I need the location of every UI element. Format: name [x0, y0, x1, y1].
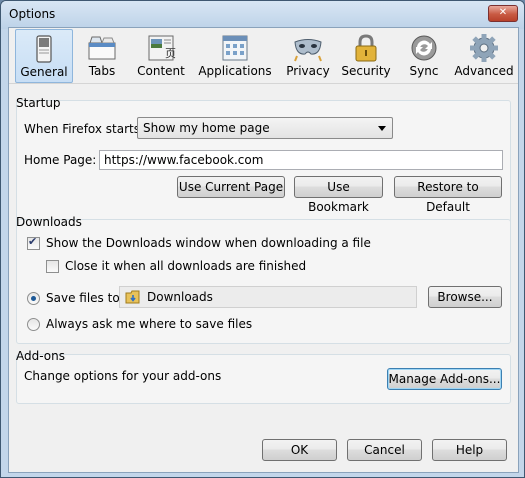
options-content: General Tabs 页 Content Applications Priv… — [8, 27, 519, 473]
tab-label: General — [20, 65, 68, 79]
startup-title: Startup — [16, 96, 61, 110]
always-ask-label[interactable]: Always ask me where to save files — [46, 317, 252, 331]
addons-description: Change options for your add-ons — [24, 369, 222, 383]
window-title: Options — [9, 7, 56, 21]
tab-tabs[interactable]: Tabs — [74, 29, 130, 81]
title-bar[interactable]: Options ✕ — [1, 1, 524, 29]
folder-download-icon — [125, 290, 140, 304]
tab-label: Tabs — [88, 64, 116, 78]
home-page-label: Home Page: — [24, 153, 97, 167]
tab-general[interactable]: General — [15, 29, 73, 83]
download-folder-field: Downloads — [119, 286, 417, 308]
category-toolbar: General Tabs 页 Content Applications Priv… — [9, 28, 518, 84]
manage-addons-button[interactable]: Manage Add-ons... — [387, 368, 502, 390]
options-window: Options ✕ General Tabs 页 Content Applica… — [0, 0, 525, 478]
help-button[interactable]: Help — [432, 439, 507, 461]
tab-label: Applications — [198, 64, 272, 78]
tab-content[interactable]: 页 Content — [133, 29, 189, 81]
chevron-down-icon — [378, 126, 386, 131]
home-page-input[interactable] — [99, 150, 503, 170]
use-current-page-button[interactable]: Use Current Page — [177, 176, 285, 198]
close-button[interactable]: ✕ — [488, 5, 518, 22]
tab-label: Privacy — [286, 64, 330, 78]
tab-sync[interactable]: Sync — [396, 29, 452, 81]
general-icon — [36, 35, 52, 63]
tab-label: Sync — [409, 64, 439, 78]
svg-text:页: 页 — [165, 47, 176, 60]
privacy-mask-icon — [294, 39, 322, 62]
padlock-icon — [355, 34, 377, 62]
browse-button[interactable]: Browse... — [428, 286, 502, 308]
applications-icon — [222, 35, 248, 61]
content-icon: 页 — [148, 35, 176, 61]
addons-title: Add-ons — [16, 349, 65, 363]
close-downloads-checkbox[interactable] — [46, 260, 59, 273]
startup-dropdown[interactable]: Show my home page — [137, 117, 393, 139]
always-ask-radio[interactable] — [27, 318, 40, 331]
use-bookmark-button[interactable]: Use Bookmark — [294, 176, 383, 214]
cancel-button[interactable]: Cancel — [347, 439, 422, 461]
restore-default-button[interactable]: Restore to Default — [394, 176, 502, 214]
gear-icon — [470, 34, 498, 62]
tab-advanced[interactable]: Advanced — [454, 29, 514, 81]
download-folder-name: Downloads — [147, 290, 213, 304]
tab-label: Content — [137, 64, 185, 78]
close-downloads-label[interactable]: Close it when all downloads are finished — [65, 259, 306, 273]
tab-privacy[interactable]: Privacy — [280, 29, 336, 81]
tab-applications[interactable]: Applications — [193, 29, 277, 81]
startup-dropdown-value: Show my home page — [143, 121, 270, 135]
when-starts-label: When Firefox starts: — [24, 122, 145, 136]
save-files-radio[interactable] — [27, 292, 40, 305]
show-downloads-checkbox[interactable] — [27, 235, 40, 250]
sync-icon — [411, 35, 437, 61]
save-files-label[interactable]: Save files to — [46, 291, 120, 305]
tab-label: Security — [341, 64, 391, 78]
close-icon: ✕ — [498, 7, 508, 18]
downloads-title: Downloads — [16, 215, 82, 229]
tab-security[interactable]: Security — [338, 29, 394, 81]
tab-label: Advanced — [454, 64, 514, 78]
show-downloads-label[interactable]: Show the Downloads window when downloadi… — [46, 236, 371, 250]
tabs-icon — [88, 36, 116, 60]
ok-button[interactable]: OK — [262, 439, 337, 461]
